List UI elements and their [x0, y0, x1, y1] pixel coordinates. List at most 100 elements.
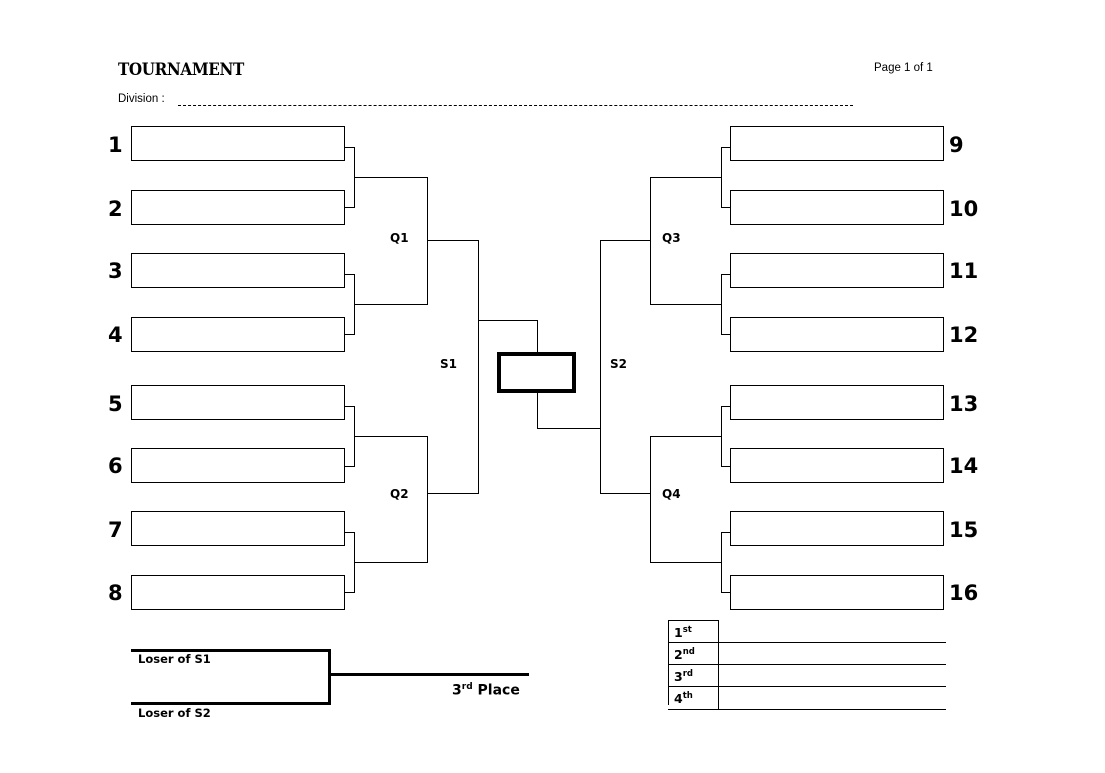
connector-3-4-top-stub	[345, 274, 354, 275]
page-indicator: Page 1 of 1	[874, 62, 933, 74]
seed-number-5: 5	[108, 392, 123, 416]
player-slot-3[interactable]	[131, 253, 345, 288]
q2-bracket-vertical	[427, 436, 428, 563]
connector-1-2-out	[354, 177, 428, 178]
results-rank-2: 2nd	[668, 642, 719, 666]
player-slot-6[interactable]	[131, 448, 345, 483]
player-slot-14[interactable]	[730, 448, 944, 483]
connector-9-10-out	[650, 177, 722, 178]
results-rank-number-4: 4	[674, 691, 683, 707]
connector-5-6-out	[354, 436, 428, 437]
connector-1-2-top-stub	[345, 147, 354, 148]
connector-13-14-out	[650, 436, 722, 437]
seed-number-14: 14	[949, 454, 979, 478]
results-row-3[interactable]: 3rd	[668, 664, 946, 688]
round-label-q2: Q2	[390, 487, 409, 501]
connector-13-14-bottom-stub	[721, 466, 730, 467]
results-row-4[interactable]: 4th	[668, 686, 946, 710]
connector-5-6-bottom-stub	[345, 466, 354, 467]
seed-number-7: 7	[108, 518, 123, 542]
player-slot-11[interactable]	[730, 253, 944, 288]
player-slot-4[interactable]	[131, 317, 345, 352]
seed-number-11: 11	[949, 259, 979, 283]
player-slot-5[interactable]	[131, 385, 345, 420]
seed-number-10: 10	[949, 197, 979, 221]
division-label: Division :	[118, 93, 165, 105]
connector-7-8-bottom-stub	[345, 592, 354, 593]
connector-11-12-top-stub	[721, 274, 730, 275]
tournament-bracket-page: TOURNAMENT Page 1 of 1 Division : 1 2 3 …	[0, 0, 1105, 773]
q1-bracket-out	[427, 240, 479, 241]
third-place-suffix: rd	[461, 682, 473, 692]
round-label-q3: Q3	[662, 231, 681, 245]
results-rank-suffix-2: nd	[682, 647, 695, 658]
s2-bracket-vertical	[600, 240, 601, 494]
third-place-loser-s2-label: Loser of S2	[138, 706, 211, 720]
third-place-bottom-line	[131, 702, 331, 705]
connector-1-2-bottom-stub	[345, 207, 354, 208]
round-label-q1: Q1	[390, 231, 409, 245]
round-label-s2: S2	[610, 357, 627, 371]
results-rank-1: 1st	[668, 619, 719, 644]
round-label-q4: Q4	[662, 487, 681, 501]
third-place-loser-s1-label: Loser of S1	[138, 652, 211, 666]
results-value-2[interactable]	[718, 642, 946, 666]
third-place-vertical	[328, 649, 331, 705]
results-value-3[interactable]	[718, 664, 946, 688]
connector-7-8-top-stub	[345, 532, 354, 533]
seed-number-1: 1	[108, 133, 123, 157]
connector-5-6-top-stub	[345, 406, 354, 407]
division-input-line[interactable]	[178, 105, 853, 107]
player-slot-15[interactable]	[730, 511, 944, 546]
seed-number-8: 8	[108, 581, 123, 605]
results-rank-4: 4th	[668, 686, 719, 710]
connector-9-10-bottom-stub	[721, 207, 730, 208]
q3-bracket-out	[600, 240, 651, 241]
player-slot-8[interactable]	[131, 575, 345, 610]
results-value-4[interactable]	[718, 686, 946, 710]
seed-number-9: 9	[949, 133, 964, 157]
third-place-out-line	[328, 673, 529, 676]
connector-9-10-top-stub	[721, 147, 730, 148]
seed-number-12: 12	[949, 323, 979, 347]
champion-slot[interactable]	[497, 352, 576, 393]
seed-number-4: 4	[108, 323, 123, 347]
round-label-s1: S1	[440, 357, 457, 371]
results-rank-suffix-3: rd	[682, 669, 693, 680]
q4-bracket-vertical	[650, 436, 651, 563]
player-slot-7[interactable]	[131, 511, 345, 546]
seed-number-13: 13	[949, 392, 979, 416]
third-place-word: Place	[477, 682, 520, 699]
seed-number-6: 6	[108, 454, 123, 478]
player-slot-13[interactable]	[730, 385, 944, 420]
results-value-1[interactable]	[718, 620, 946, 644]
player-slot-2[interactable]	[131, 190, 345, 225]
s1-bracket-vertical	[478, 240, 479, 494]
q2-bracket-out	[427, 493, 479, 494]
results-rank-number-1: 1	[674, 625, 683, 641]
s1-bracket-out	[478, 320, 538, 321]
results-row-2[interactable]: 2nd	[668, 642, 946, 666]
player-slot-1[interactable]	[131, 126, 345, 161]
connector-7-8-out	[354, 562, 428, 563]
connector-11-12-out	[650, 304, 722, 305]
connector-15-16-bottom-stub	[721, 592, 730, 593]
player-slot-10[interactable]	[730, 190, 944, 225]
results-row-1[interactable]: 1st	[668, 619, 946, 644]
third-place-number: 3	[452, 682, 462, 699]
connector-15-16-out	[650, 562, 722, 563]
results-rank-number-2: 2	[674, 647, 683, 663]
connector-15-16-top-stub	[721, 532, 730, 533]
results-rank-3: 3rd	[668, 664, 719, 688]
connector-3-4-out	[354, 304, 428, 305]
seed-number-2: 2	[108, 197, 123, 221]
player-slot-16[interactable]	[730, 575, 944, 610]
player-slot-9[interactable]	[730, 126, 944, 161]
connector-11-12-bottom-stub	[721, 334, 730, 335]
results-rank-suffix-1: st	[682, 625, 692, 635]
player-slot-12[interactable]	[730, 317, 944, 352]
q3-bracket-vertical	[650, 177, 651, 305]
connector-3-4-bottom-stub	[345, 334, 354, 335]
results-rank-suffix-4: th	[682, 691, 693, 702]
seed-number-3: 3	[108, 259, 123, 283]
